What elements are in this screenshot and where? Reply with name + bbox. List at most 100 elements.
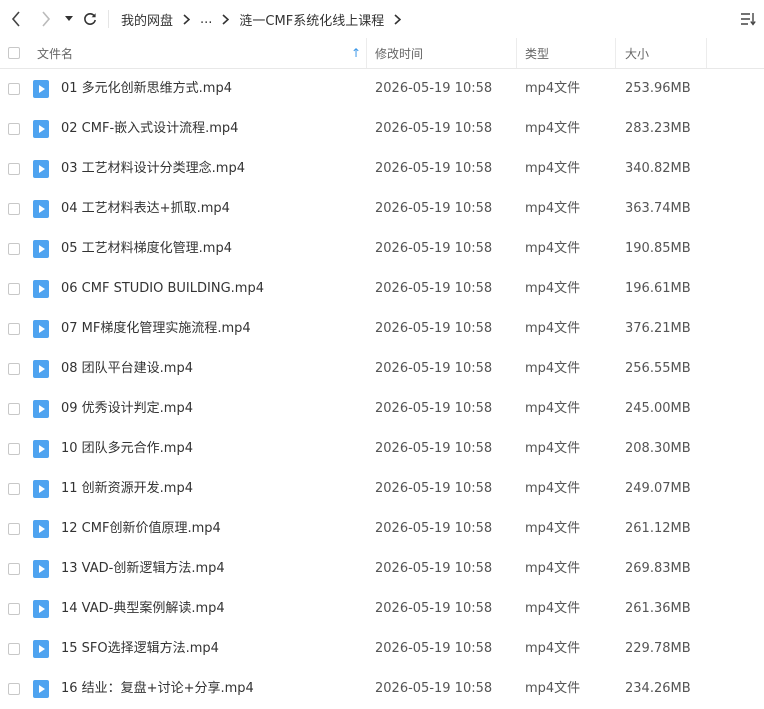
row-checkbox[interactable] xyxy=(8,563,20,575)
video-file-icon xyxy=(33,560,49,578)
column-divider[interactable] xyxy=(706,38,707,68)
file-modified: 2026-05-19 10:58 xyxy=(375,641,493,656)
file-modified: 2026-05-19 10:58 xyxy=(375,361,493,376)
file-name[interactable]: 16 结业：复盘+讨论+分享.mp4 xyxy=(61,669,254,709)
row-checkbox[interactable] xyxy=(8,603,20,615)
table-row[interactable]: 06 CMF STUDIO BUILDING.mp4 2026-05-19 10… xyxy=(0,269,764,309)
table-row[interactable]: 04 工艺材料表达+抓取.mp4 2026-05-19 10:58 mp4文件 … xyxy=(0,189,764,229)
file-type: mp4文件 xyxy=(525,481,581,496)
column-type[interactable]: 类型 xyxy=(525,38,549,68)
file-name[interactable]: 06 CMF STUDIO BUILDING.mp4 xyxy=(61,269,264,309)
row-checkbox[interactable] xyxy=(8,403,20,415)
file-name[interactable]: 13 VAD-创新逻辑方法.mp4 xyxy=(61,549,225,589)
table-row[interactable]: 05 工艺材料梯度化管理.mp4 2026-05-19 10:58 mp4文件 … xyxy=(0,229,764,269)
video-file-icon xyxy=(33,480,49,498)
file-size: 196.61MB xyxy=(625,281,691,296)
refresh-icon[interactable] xyxy=(80,8,100,30)
video-file-icon xyxy=(33,400,49,418)
column-divider[interactable] xyxy=(615,38,616,68)
video-file-icon xyxy=(33,680,49,698)
caret-down-icon[interactable] xyxy=(60,8,78,30)
table-row[interactable]: 02 CMF-嵌入式设计流程.mp4 2026-05-19 10:58 mp4文… xyxy=(0,109,764,149)
table-row[interactable]: 10 团队多元合作.mp4 2026-05-19 10:58 mp4文件 208… xyxy=(0,429,764,469)
file-size: 283.23MB xyxy=(625,121,691,136)
row-checkbox[interactable] xyxy=(8,363,20,375)
column-name[interactable]: 文件名 xyxy=(37,38,367,68)
table-row[interactable]: 07 MF梯度化管理实施流程.mp4 2026-05-19 10:58 mp4文… xyxy=(0,309,764,349)
table-row[interactable]: 09 优秀设计判定.mp4 2026-05-19 10:58 mp4文件 245… xyxy=(0,389,764,429)
row-checkbox[interactable] xyxy=(8,323,20,335)
video-file-icon xyxy=(33,200,49,218)
column-modified[interactable]: 修改时间 xyxy=(375,38,423,68)
file-name[interactable]: 08 团队平台建设.mp4 xyxy=(61,349,193,389)
file-name[interactable]: 15 SFO选择逻辑方法.mp4 xyxy=(61,629,219,669)
breadcrumb-ellipsis[interactable]: ... xyxy=(200,12,212,27)
file-modified: 2026-05-19 10:58 xyxy=(375,121,493,136)
table-row[interactable]: 01 多元化创新思维方式.mp4 2026-05-19 10:58 mp4文件 … xyxy=(0,69,764,109)
row-checkbox[interactable] xyxy=(8,683,20,695)
column-size[interactable]: 大小 xyxy=(625,38,649,68)
row-checkbox[interactable] xyxy=(8,523,20,535)
row-checkbox[interactable] xyxy=(8,163,20,175)
video-file-icon xyxy=(33,360,49,378)
select-all-checkbox[interactable] xyxy=(8,47,20,59)
video-file-icon xyxy=(33,440,49,458)
column-divider[interactable] xyxy=(366,38,367,68)
file-modified: 2026-05-19 10:58 xyxy=(375,401,493,416)
breadcrumb-current[interactable]: 涟一CMF系统化线上课程 xyxy=(239,10,384,29)
video-file-icon xyxy=(33,320,49,338)
table-row[interactable]: 03 工艺材料设计分类理念.mp4 2026-05-19 10:58 mp4文件… xyxy=(0,149,764,189)
sort-list-icon[interactable] xyxy=(738,9,758,29)
table-row[interactable]: 14 VAD-典型案例解读.mp4 2026-05-19 10:58 mp4文件… xyxy=(0,589,764,629)
row-checkbox[interactable] xyxy=(8,283,20,295)
file-modified: 2026-05-19 10:58 xyxy=(375,481,493,496)
chevron-right-icon[interactable] xyxy=(36,8,56,30)
row-checkbox[interactable] xyxy=(8,643,20,655)
file-name[interactable]: 10 团队多元合作.mp4 xyxy=(61,429,193,469)
file-modified: 2026-05-19 10:58 xyxy=(375,161,493,176)
file-name[interactable]: 12 CMF创新价值原理.mp4 xyxy=(61,509,221,549)
table-row[interactable]: 16 结业：复盘+讨论+分享.mp4 2026-05-19 10:58 mp4文… xyxy=(0,669,764,709)
column-name-label: 文件名 xyxy=(37,46,74,61)
file-size: 256.55MB xyxy=(625,361,691,376)
file-name[interactable]: 07 MF梯度化管理实施流程.mp4 xyxy=(61,309,251,349)
row-checkbox[interactable] xyxy=(8,243,20,255)
file-name[interactable]: 09 优秀设计判定.mp4 xyxy=(61,389,193,429)
file-name[interactable]: 02 CMF-嵌入式设计流程.mp4 xyxy=(61,109,238,149)
file-type: mp4文件 xyxy=(525,281,581,296)
file-type: mp4文件 xyxy=(525,161,581,176)
table-row[interactable]: 12 CMF创新价值原理.mp4 2026-05-19 10:58 mp4文件 … xyxy=(0,509,764,549)
column-type-label: 类型 xyxy=(525,46,550,61)
table-row[interactable]: 15 SFO选择逻辑方法.mp4 2026-05-19 10:58 mp4文件 … xyxy=(0,629,764,669)
row-checkbox[interactable] xyxy=(8,443,20,455)
sort-ascending-icon[interactable]: ↑ xyxy=(351,38,363,68)
file-name[interactable]: 04 工艺材料表达+抓取.mp4 xyxy=(61,189,230,229)
file-name[interactable]: 03 工艺材料设计分类理念.mp4 xyxy=(61,149,245,189)
breadcrumb-root[interactable]: 我的网盘 xyxy=(121,10,173,29)
file-name[interactable]: 11 创新资源开发.mp4 xyxy=(61,469,193,509)
toolbar-divider xyxy=(108,10,109,28)
row-checkbox[interactable] xyxy=(8,123,20,135)
file-name[interactable]: 14 VAD-典型案例解读.mp4 xyxy=(61,589,225,629)
video-file-icon xyxy=(33,280,49,298)
chevron-left-icon[interactable] xyxy=(6,8,26,30)
video-file-icon xyxy=(33,160,49,178)
row-checkbox[interactable] xyxy=(8,203,20,215)
file-name[interactable]: 01 多元化创新思维方式.mp4 xyxy=(61,69,232,109)
column-divider[interactable] xyxy=(516,38,517,68)
table-row[interactable]: 11 创新资源开发.mp4 2026-05-19 10:58 mp4文件 249… xyxy=(0,469,764,509)
row-checkbox[interactable] xyxy=(8,83,20,95)
file-size: 253.96MB xyxy=(625,81,691,96)
file-size: 208.30MB xyxy=(625,441,691,456)
column-header: 文件名 ↑ 修改时间 类型 大小 xyxy=(0,38,764,69)
file-modified: 2026-05-19 10:58 xyxy=(375,201,493,216)
file-modified: 2026-05-19 10:58 xyxy=(375,681,493,696)
file-size: 234.26MB xyxy=(625,681,691,696)
file-modified: 2026-05-19 10:58 xyxy=(375,441,493,456)
file-name[interactable]: 05 工艺材料梯度化管理.mp4 xyxy=(61,229,232,269)
file-modified: 2026-05-19 10:58 xyxy=(375,321,493,336)
table-row[interactable]: 08 团队平台建设.mp4 2026-05-19 10:58 mp4文件 256… xyxy=(0,349,764,389)
file-size: 269.83MB xyxy=(625,561,691,576)
row-checkbox[interactable] xyxy=(8,483,20,495)
table-row[interactable]: 13 VAD-创新逻辑方法.mp4 2026-05-19 10:58 mp4文件… xyxy=(0,549,764,589)
